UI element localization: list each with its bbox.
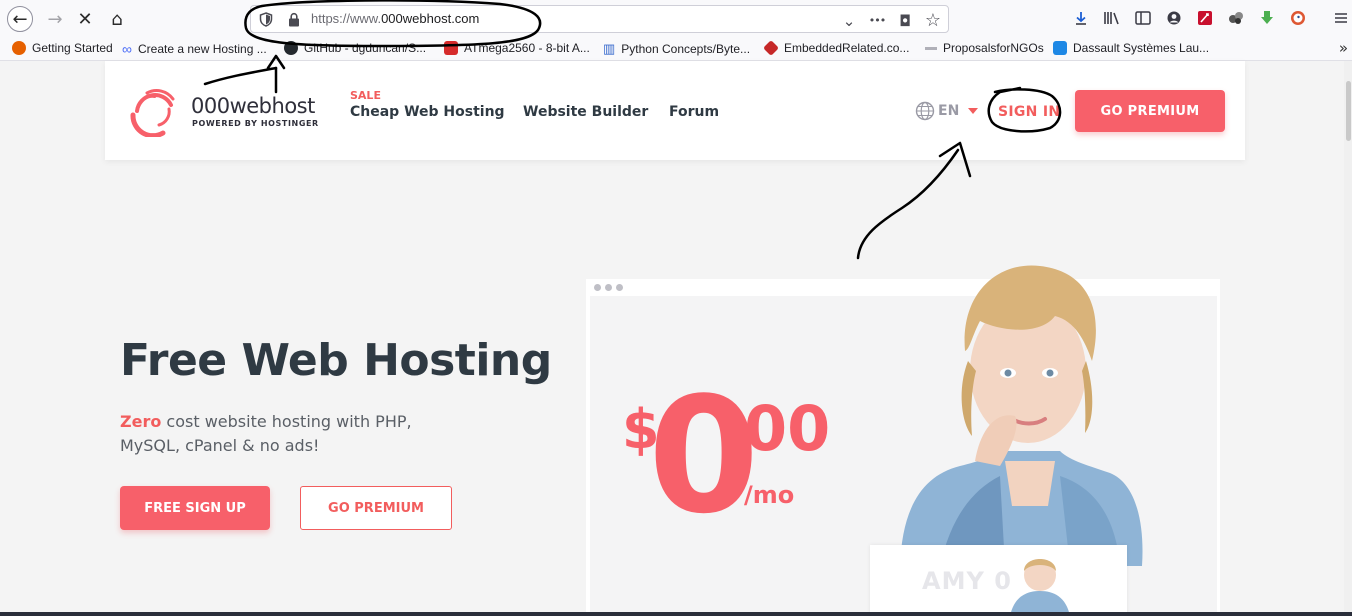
- logo-name[interactable]: 000webhost: [191, 94, 315, 118]
- duckduckgo-icon[interactable]: [1287, 8, 1309, 28]
- chevron-down-icon[interactable]: ⌄: [840, 12, 858, 30]
- home-button[interactable]: ⌂: [104, 6, 130, 32]
- hero-subtitle: Zero cost website hosting with PHP, MySQ…: [120, 410, 420, 458]
- globe-icon: [915, 101, 935, 121]
- hero-subtitle-text: cost website hosting with PHP, MySQL, cP…: [120, 412, 412, 455]
- price-whole: 0: [648, 362, 759, 549]
- url-text[interactable]: https://www.000webhost.com: [311, 11, 479, 26]
- extension-green-icon[interactable]: [1256, 8, 1278, 28]
- bookmark-item[interactable]: EmbeddedRelated.co...: [763, 40, 910, 56]
- nav-website-builder[interactable]: Website Builder: [523, 104, 648, 120]
- hero-title: Free Web Hosting: [120, 335, 552, 386]
- url-actions: ⌄ ••• ◘ ☆: [840, 10, 942, 31]
- scrollbar-thumb[interactable]: [1346, 81, 1351, 141]
- logo-subtitle: POWERED BY HOSTINGER: [192, 119, 319, 128]
- sidebar-icon[interactable]: [1132, 8, 1154, 28]
- bookmark-item[interactable]: ∞ Create a new Hosting ...: [122, 41, 267, 57]
- language-code: EN: [938, 103, 960, 119]
- 000webhost-logo-icon[interactable]: [125, 85, 183, 137]
- dash-icon: [925, 46, 937, 50]
- language-selector[interactable]: EN: [915, 101, 979, 121]
- infinity-icon: ∞: [122, 41, 132, 57]
- account-icon[interactable]: [1163, 8, 1185, 28]
- price-cents: 00: [744, 392, 831, 465]
- pocket-icon[interactable]: ◘: [896, 12, 914, 30]
- github-icon: [284, 41, 298, 55]
- bookmark-item[interactable]: Getting Started: [12, 41, 113, 55]
- mini-card-name: AMY 0: [922, 567, 1012, 595]
- bookmark-label: ATmega2560 - 8-bit A...: [464, 41, 590, 55]
- embedded-diamond-icon: [763, 40, 779, 56]
- mini-preview-card: AMY 0: [870, 545, 1127, 616]
- browser-toolbar: ← → ✕ ⌂ https://www.000webhost.com ⌄ •••…: [0, 0, 1352, 37]
- stop-loading-button[interactable]: ✕: [72, 6, 98, 32]
- free-sign-up-button[interactable]: FREE SIGN UP: [120, 486, 270, 530]
- extension-red-icon[interactable]: [1194, 8, 1216, 28]
- mini-person-image: [1010, 559, 1070, 616]
- bookmark-label: EmbeddedRelated.co...: [784, 41, 910, 55]
- institution-icon: ▥: [603, 41, 616, 56]
- forward-button[interactable]: →: [42, 6, 68, 32]
- url-prefix: https://www.: [311, 11, 382, 26]
- bookmark-item[interactable]: ProposalsforNGOs: [925, 41, 1044, 55]
- bookmark-label: Create a new Hosting ...: [137, 42, 267, 56]
- caret-down-icon: [968, 108, 979, 114]
- microchip-icon: [444, 41, 458, 55]
- page-actions-icon[interactable]: •••: [868, 14, 886, 27]
- site-header: 000webhost POWERED BY HOSTINGER SALE Che…: [105, 61, 1245, 160]
- download-icon[interactable]: [1070, 8, 1092, 28]
- bookmark-item[interactable]: ATmega2560 - 8-bit A...: [444, 41, 590, 55]
- address-bar[interactable]: https://www.000webhost.com ⌄ ••• ◘ ☆: [250, 5, 949, 33]
- menu-icon[interactable]: [1330, 8, 1352, 28]
- bookmark-label: Python Concepts/Byte...: [621, 42, 751, 56]
- url-domain: 000webhost.com: [381, 11, 480, 26]
- lock-icon[interactable]: [287, 12, 301, 27]
- nav-forum[interactable]: Forum: [669, 104, 719, 120]
- tracking-shield-icon[interactable]: [259, 12, 273, 27]
- sale-badge: SALE: [350, 89, 381, 102]
- sign-in-link[interactable]: SIGN IN: [998, 104, 1060, 120]
- bookmark-label: Dassault Systèmes Lau...: [1073, 41, 1210, 55]
- window-dots-icon: [594, 284, 623, 291]
- bookmarks-toolbar: Getting Started ∞ Create a new Hosting .…: [0, 37, 1352, 61]
- bookmark-label: GitHub - dgduncan/S...: [304, 41, 427, 55]
- bookmarks-overflow-button[interactable]: »: [1339, 39, 1348, 57]
- hero-subtitle-highlight: Zero: [120, 412, 162, 431]
- nav-cheap-web-hosting[interactable]: Cheap Web Hosting: [350, 104, 505, 120]
- web-page: 000webhost POWERED BY HOSTINGER SALE Che…: [0, 61, 1352, 616]
- page-scrollbar[interactable]: [1344, 61, 1352, 616]
- bookmark-item[interactable]: ▥ Python Concepts/Byte...: [603, 41, 750, 57]
- hero-person-image: [900, 265, 1143, 566]
- dassault-icon: [1053, 41, 1067, 55]
- bookmark-item[interactable]: Dassault Systèmes Lau...: [1053, 41, 1209, 55]
- toolbar-icons: [1070, 8, 1352, 28]
- firefox-icon: [12, 41, 26, 55]
- go-premium-button[interactable]: GO PREMIUM: [300, 486, 452, 530]
- library-icon[interactable]: [1101, 8, 1123, 28]
- taskbar-strip: [0, 612, 1352, 616]
- extension-dots-icon[interactable]: [1225, 8, 1247, 28]
- bookmark-star-icon[interactable]: ☆: [924, 10, 942, 31]
- back-button[interactable]: ←: [7, 6, 33, 32]
- go-premium-header-button[interactable]: GO PREMIUM: [1075, 90, 1225, 132]
- bookmark-label: Getting Started: [32, 41, 113, 55]
- bookmark-item[interactable]: GitHub - dgduncan/S...: [284, 41, 426, 55]
- price-period: /mo: [744, 481, 795, 509]
- bookmark-label: ProposalsforNGOs: [943, 41, 1044, 55]
